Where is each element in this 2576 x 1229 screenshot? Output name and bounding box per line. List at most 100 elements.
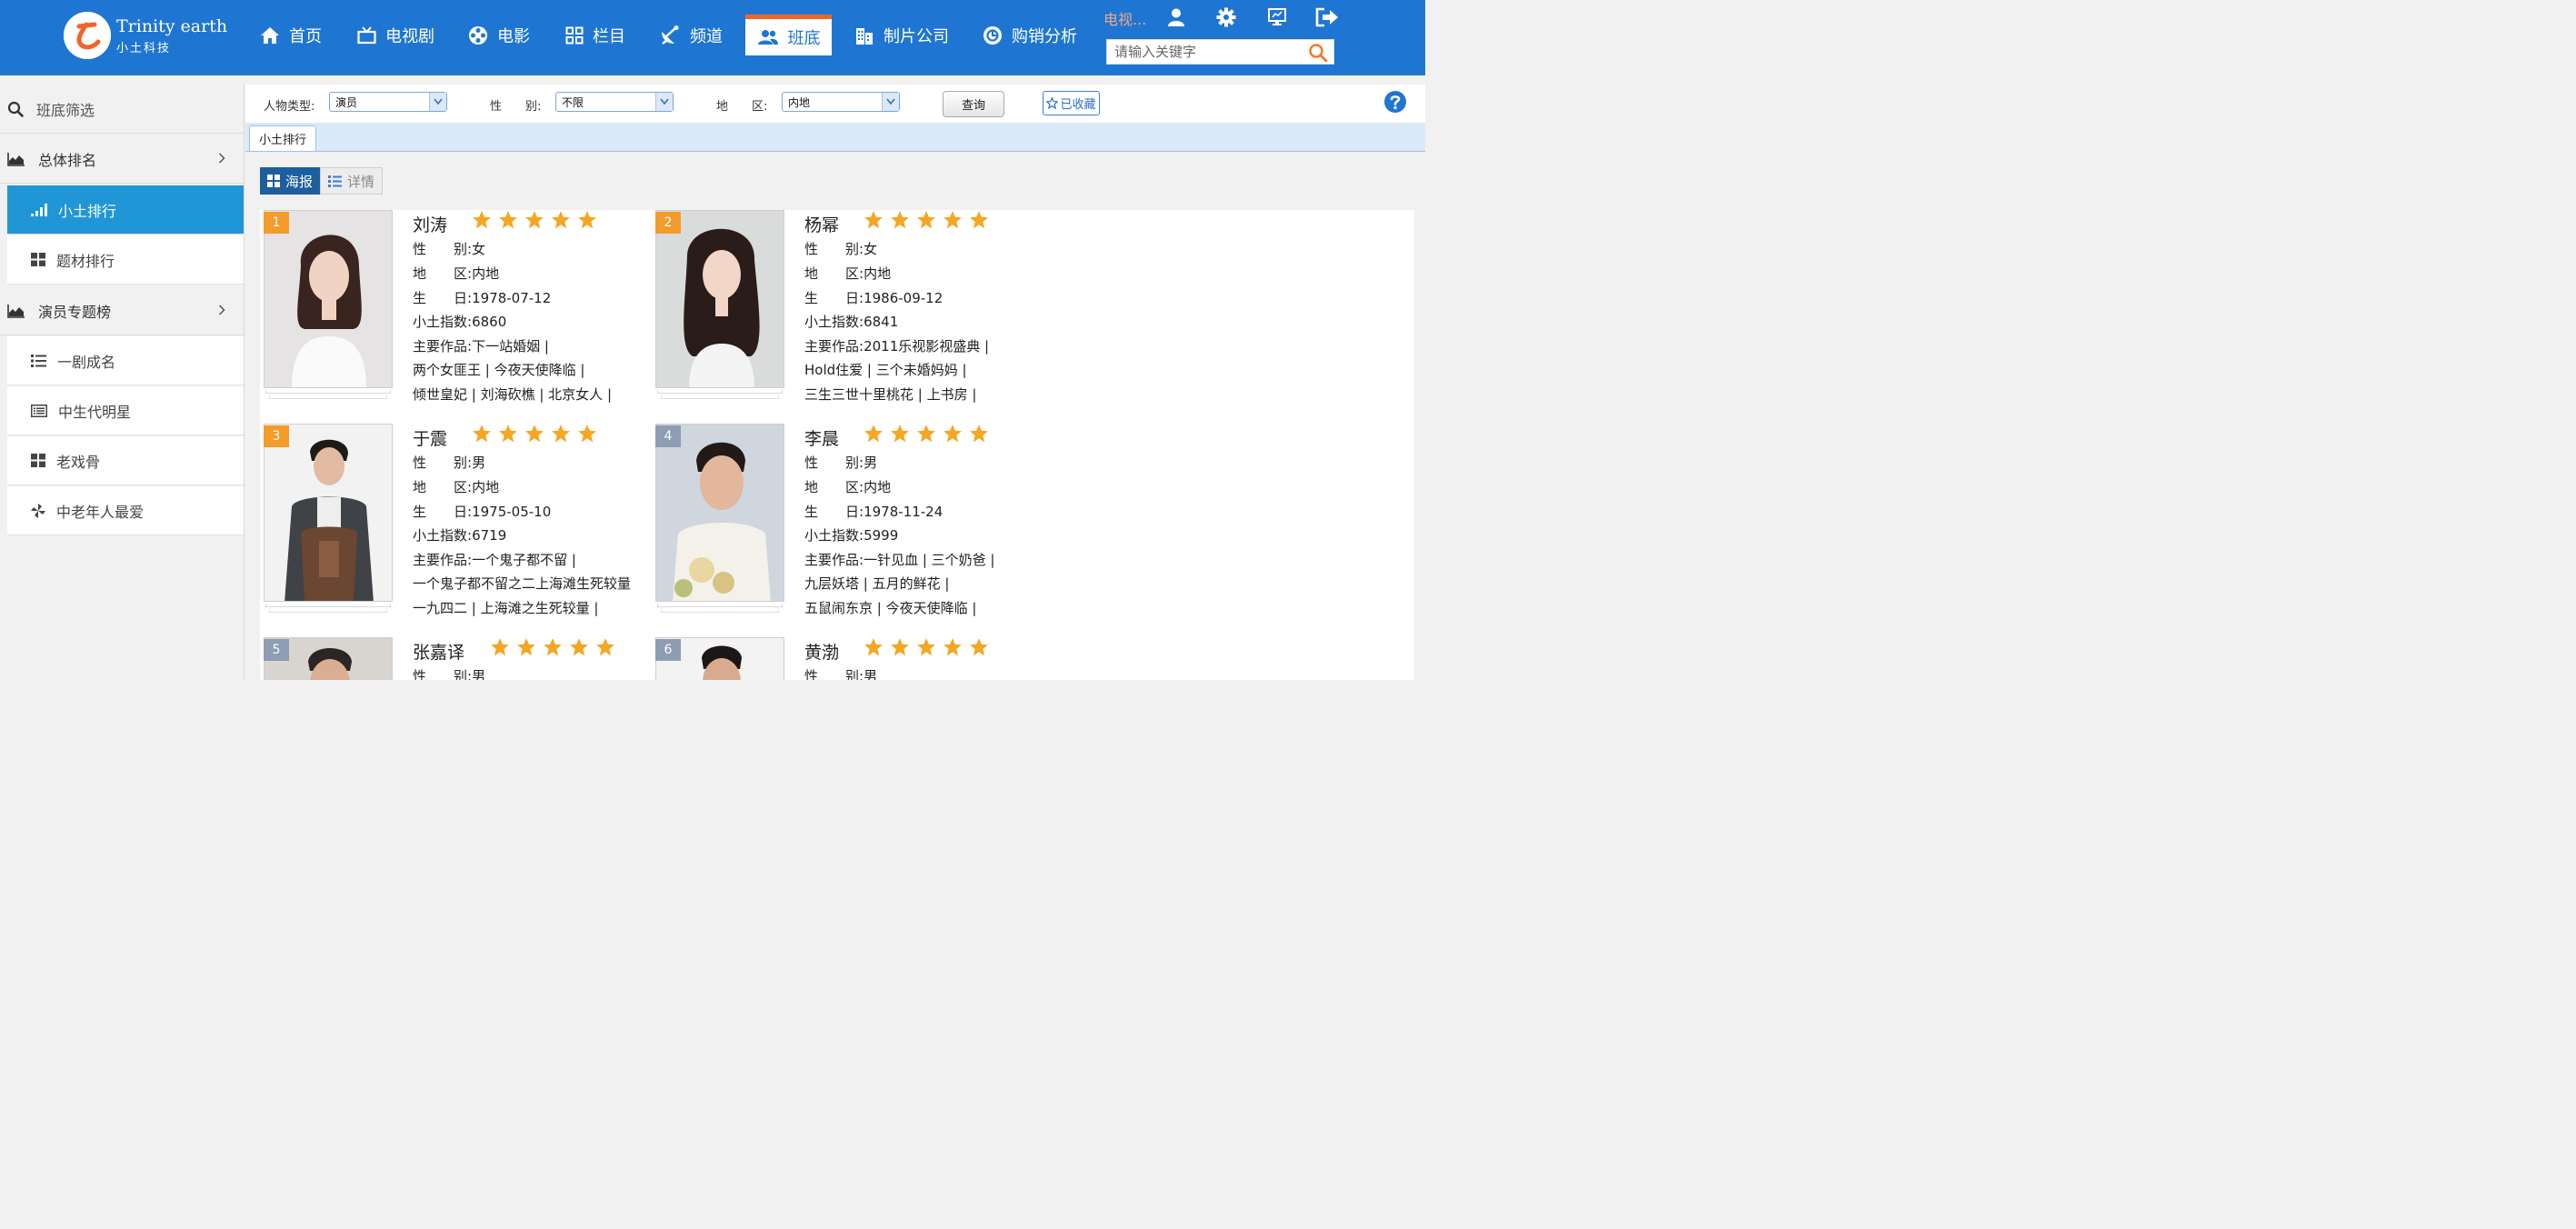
sidebar-item-mid-generation-stars[interactable]: 中生代明星 [7, 386, 244, 435]
sidebar-item-one-drama-fame[interactable]: 一剧成名 [7, 336, 244, 385]
nav-home[interactable]: 首页 [260, 15, 322, 56]
works-line[interactable]: 一个鬼子都不留之二上海滩生死较量 [413, 574, 631, 593]
search-icon [7, 101, 24, 117]
gender-select[interactable]: 不限 [555, 92, 674, 112]
person-card[interactable]: 5 张嘉译 性 别:男 [260, 637, 651, 680]
field-label: 小土指数: [804, 527, 864, 544]
person-name[interactable]: 杨幂 [804, 212, 839, 236]
photo-frame-edge [265, 390, 391, 394]
field-label: 生 日: [413, 290, 473, 306]
person-card[interactable]: 2 杨幂 性 别:女 地 区:内地 生 日:1986-09-12 小土指数:68… [652, 210, 1043, 405]
person-photo[interactable] [264, 424, 393, 602]
nav-column[interactable]: 栏目 [565, 15, 625, 56]
field-label: 性 别: [413, 241, 473, 257]
sidebar-item-elderly-favorite[interactable]: 中老年人最爱 [7, 486, 244, 535]
sidebar-item-label: 一剧成名 [57, 353, 116, 371]
nav-tv-series[interactable]: 电视剧 [357, 15, 434, 56]
star-icon [890, 210, 910, 230]
works-line[interactable]: 两个女匪王 | 今夜天使降临 | [413, 360, 584, 379]
logout-icon[interactable] [1314, 7, 1340, 27]
building-icon [854, 25, 874, 45]
user-name[interactable]: 电视... [1103, 7, 1146, 29]
index-value: 5999 [864, 527, 899, 544]
gender-value: 女 [472, 241, 486, 257]
works-line[interactable]: 九层妖塔 | 五月的鲜花 | [804, 574, 949, 593]
star-rating [472, 210, 604, 230]
nav-crew[interactable]: 班底 [745, 15, 832, 55]
works-line[interactable]: 五鼠闹东京 | 今夜天使降临 | [804, 598, 976, 617]
sidebar-item-genre-ranking[interactable]: 题材排行 [7, 235, 244, 285]
person-card[interactable]: 3 于震 性 别:男 地 区:内地 生 日:1975-05-10 小土指数:67… [260, 424, 651, 619]
search-icon[interactable] [1308, 43, 1328, 63]
star-icon [969, 637, 989, 657]
nav-sales-analysis[interactable]: 购销分析 [983, 15, 1077, 56]
sidebar-filter-header[interactable]: 班底筛选 [0, 85, 244, 134]
logo-mark [64, 12, 111, 59]
person-name[interactable]: 刘涛 [413, 212, 447, 236]
grid-icon [267, 175, 280, 187]
favorites-button[interactable]: 已收藏 [1043, 91, 1100, 115]
rank-badge: 6 [655, 639, 681, 661]
birthday-row: 生 日:1978-07-12 [413, 288, 551, 307]
detail-view-button[interactable]: 详情 [320, 167, 384, 195]
person-name[interactable]: 李晨 [804, 425, 839, 450]
nav-production-company[interactable]: 制片公司 [854, 15, 949, 56]
person-photo[interactable] [264, 210, 393, 388]
region-select[interactable]: 内地 [782, 92, 900, 112]
chart-circle-icon [983, 25, 1003, 45]
gear-icon[interactable] [1216, 7, 1236, 27]
nav-channel[interactable]: 频道 [659, 15, 723, 56]
search-input[interactable] [1107, 40, 1313, 64]
favorites-label: 已收藏 [1060, 98, 1096, 112]
person-name[interactable]: 黄渤 [804, 639, 839, 664]
person-name[interactable]: 于震 [413, 425, 447, 450]
query-button[interactable]: 查询 [943, 91, 1004, 117]
grid-icon [31, 454, 45, 467]
user-icon[interactable] [1166, 7, 1186, 27]
field-label: 小土指数: [413, 314, 473, 330]
works-line[interactable]: 一九四二 | 上海滩之生死较量 | [413, 598, 598, 617]
star-icon [569, 637, 589, 657]
app-window: Trinity earth 小土科技 首页 电视剧 电影 栏目 频道 班底 制片… [0, 0, 1425, 680]
region-row: 地 区:内地 [804, 264, 891, 283]
works-line[interactable]: 倾世皇妃 | 刘海砍樵 | 北京女人 | [413, 385, 612, 404]
works-line[interactable]: 下一站婚姻 | [472, 338, 549, 355]
works-line[interactable]: Hold住爱 | 三个未婚妈妈 | [804, 360, 967, 379]
star-rating [864, 424, 995, 444]
person-name[interactable]: 张嘉译 [413, 639, 464, 664]
person-photo[interactable] [655, 424, 784, 602]
tv-icon [357, 26, 376, 45]
index-value: 6860 [472, 314, 507, 330]
sidebar-item-veteran-actors[interactable]: 老戏骨 [7, 436, 244, 485]
sidebar-group-overall-ranking[interactable]: 总体排名 [0, 135, 244, 184]
person-card[interactable]: 4 李晨 性 别:男 地 区:内地 生 日:1978-11-24 小土指数:59… [652, 424, 1043, 619]
sidebar-group-actor-special[interactable]: 演员专题榜 [0, 286, 244, 335]
monitor-icon[interactable] [1267, 7, 1287, 27]
rank-badge: 3 [264, 425, 289, 447]
field-label: 性 别: [413, 668, 473, 680]
person-card[interactable]: 6 黄渤 性 别:男 [652, 637, 1043, 680]
photo-frame-edge [661, 609, 779, 613]
works-line[interactable]: 2011乐视影视盛典 | [864, 338, 989, 355]
gender-value: 男 [864, 668, 878, 680]
photo-frame-edge [661, 395, 779, 399]
nav-movie[interactable]: 电影 [468, 15, 530, 56]
person-type-select[interactable]: 演员 [329, 92, 447, 112]
brand-name-en: Trinity earth [116, 16, 228, 36]
poster-view-button[interactable]: 海报 [260, 167, 321, 195]
brand-logo[interactable]: Trinity earth 小土科技 [64, 12, 227, 61]
person-photo[interactable] [655, 210, 784, 388]
field-label: 小土指数: [804, 314, 864, 330]
person-card[interactable]: 1 刘涛 性 别:女 地 区:内地 生 日:1978-07-12 小土指数:68… [260, 210, 651, 405]
home-icon [260, 26, 280, 45]
sidebar-item-label: 中生代明星 [58, 403, 132, 421]
help-icon[interactable] [1383, 90, 1407, 117]
works-line[interactable]: 一针见血 | 三个奶爸 | [864, 552, 994, 568]
works-row: 主要作品:2011乐视影视盛典 | [804, 336, 989, 355]
works-line[interactable]: 一个鬼子都不留 | [472, 552, 576, 568]
sidebar-item-xiaotu-ranking[interactable]: 小土排行 [7, 185, 244, 235]
ranking-card-grid: 1 刘涛 性 别:女 地 区:内地 生 日:1978-07-12 小土指数:68… [260, 210, 1414, 680]
tab-xiaotu-ranking[interactable]: 小土排行 [249, 125, 316, 151]
star-icon [890, 424, 910, 444]
works-line[interactable]: 三生三世十里桃花 | 上书房 | [804, 385, 976, 404]
